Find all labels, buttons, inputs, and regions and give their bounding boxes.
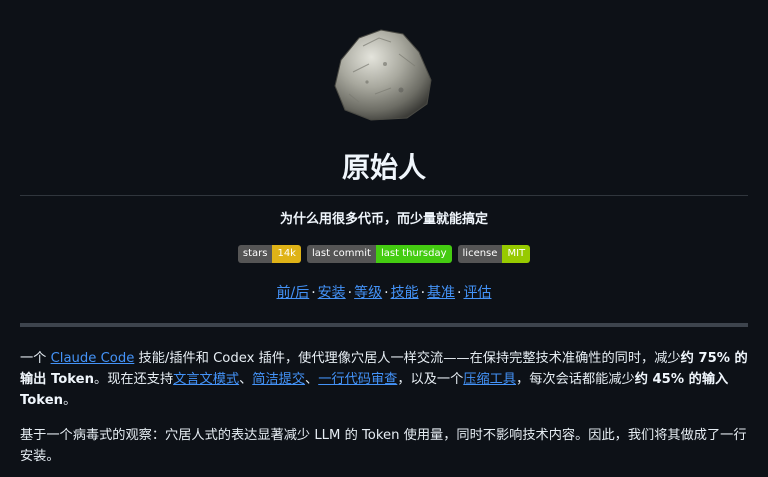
nav-separator: · [420, 285, 426, 301]
badge-label: license [457, 245, 503, 263]
claude-code-link[interactable]: Claude Code [51, 351, 135, 366]
wenyan-mode-link[interactable]: 文言文模式 [173, 372, 239, 387]
nav-link-before-after[interactable]: 前/后 [277, 285, 310, 301]
stars-badge[interactable]: stars 14k [237, 245, 301, 263]
nav-link-levels[interactable]: 等级 [354, 285, 382, 301]
nav-link-evals[interactable]: 评估 [463, 285, 491, 301]
compress-tool-link[interactable]: 压缩工具 [463, 372, 516, 387]
section-nav: 前/后 · 安装 · 等级 · 技能 · 基准 · 评估 [20, 282, 748, 304]
intro-paragraph: 一个 Claude Code 技能/插件和 Codex 插件，使代理像穴居人一样… [20, 351, 748, 408]
title-divider [20, 195, 748, 196]
nav-link-install[interactable]: 安装 [318, 285, 346, 301]
badge-row: stars 14k last commit last thursday lice… [20, 245, 748, 263]
concise-commit-link[interactable]: 简洁提交 [252, 372, 305, 387]
observation-paragraph: 基于一个病毒式的观察：穴居人式的表达显著减少 LLM 的 Token 使用量，同… [20, 428, 747, 464]
section-divider [20, 323, 748, 327]
logo [20, 24, 748, 124]
badge-value: MIT [502, 245, 531, 263]
rock-icon [334, 29, 432, 121]
badge-value: last thursday [375, 245, 452, 263]
nav-separator: · [347, 285, 353, 301]
badge-label: stars [237, 245, 273, 263]
nav-link-benchmarks[interactable]: 基准 [427, 285, 455, 301]
readme-content: 原始人 为什么用很多代币，而少量就能搞定 stars 14k last comm… [20, 0, 748, 477]
last-commit-badge[interactable]: last commit last thursday [306, 245, 452, 263]
nav-link-skills[interactable]: 技能 [391, 285, 419, 301]
nav-separator: · [384, 285, 389, 301]
badge-value: 14k [272, 245, 301, 263]
badge-label: last commit [306, 245, 376, 263]
license-badge[interactable]: license MIT [457, 245, 531, 263]
nav-separator: · [311, 285, 316, 301]
page-title: 原始人 [341, 151, 426, 184]
page-subtitle: 为什么用很多代币，而少量就能搞定 [279, 212, 488, 227]
one-line-review-link[interactable]: 一行代码审查 [318, 372, 397, 387]
